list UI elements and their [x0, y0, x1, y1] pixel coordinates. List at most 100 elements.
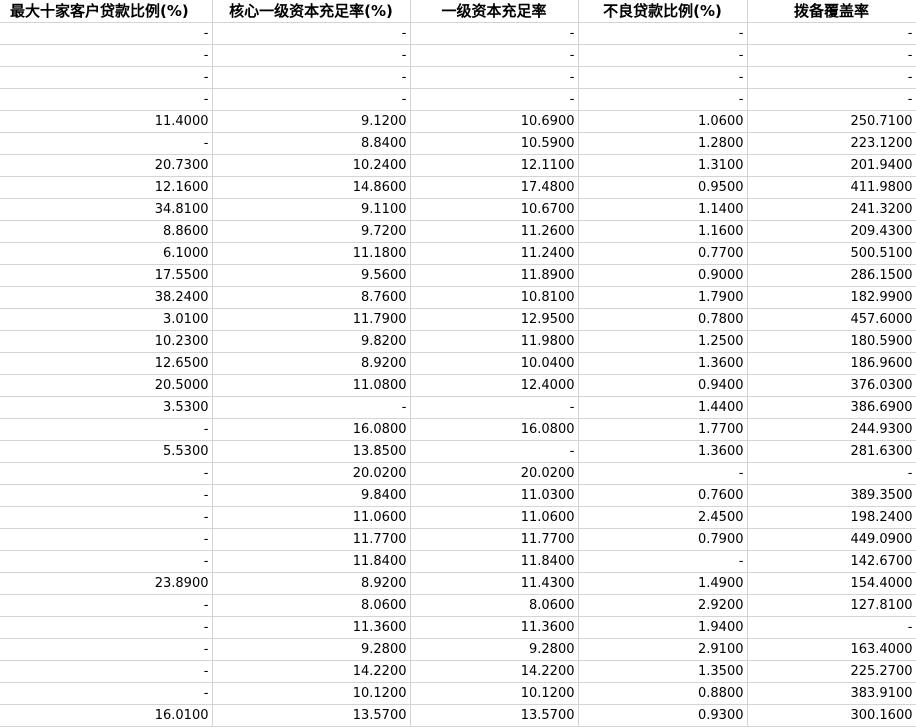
- cell-provision[interactable]: 500.5100: [747, 242, 916, 265]
- cell-tier1[interactable]: 8.0600: [410, 594, 579, 617]
- cell-provision[interactable]: 286.1500: [747, 264, 916, 287]
- cell-npl[interactable]: 0.7600: [578, 484, 748, 507]
- cell-core-tier1[interactable]: 20.0200: [212, 462, 411, 485]
- cell-top10-ratio[interactable]: -: [0, 44, 213, 67]
- cell-npl[interactable]: 1.9400: [578, 616, 748, 639]
- cell-core-tier1[interactable]: -: [212, 22, 411, 45]
- cell-top10-ratio[interactable]: 16.0100: [0, 704, 213, 727]
- header-provision-coverage[interactable]: 拨备覆盖率: [747, 0, 916, 23]
- cell-tier1[interactable]: -: [410, 66, 579, 89]
- cell-npl[interactable]: 1.2800: [578, 132, 748, 155]
- cell-top10-ratio[interactable]: 34.8100: [0, 198, 213, 221]
- cell-top10-ratio[interactable]: 8.8600: [0, 220, 213, 243]
- cell-core-tier1[interactable]: 13.8500: [212, 440, 411, 463]
- cell-core-tier1[interactable]: 11.3600: [212, 616, 411, 639]
- cell-tier1[interactable]: 11.0300: [410, 484, 579, 507]
- cell-core-tier1[interactable]: 16.0800: [212, 418, 411, 441]
- cell-core-tier1[interactable]: -: [212, 44, 411, 67]
- cell-npl[interactable]: 1.1600: [578, 220, 748, 243]
- cell-provision[interactable]: -: [747, 66, 916, 89]
- cell-top10-ratio[interactable]: -: [0, 638, 213, 661]
- cell-npl[interactable]: 0.9300: [578, 704, 748, 727]
- cell-tier1[interactable]: 13.5700: [410, 704, 579, 727]
- cell-tier1[interactable]: 17.4800: [410, 176, 579, 199]
- cell-core-tier1[interactable]: -: [212, 66, 411, 89]
- cell-tier1[interactable]: 11.8900: [410, 264, 579, 287]
- cell-tier1[interactable]: 11.2600: [410, 220, 579, 243]
- cell-provision[interactable]: 198.2400: [747, 506, 916, 529]
- cell-core-tier1[interactable]: 11.7700: [212, 528, 411, 551]
- cell-core-tier1[interactable]: 10.1200: [212, 682, 411, 705]
- cell-provision[interactable]: -: [747, 22, 916, 45]
- cell-tier1[interactable]: 11.7700: [410, 528, 579, 551]
- cell-provision[interactable]: -: [747, 88, 916, 111]
- cell-top10-ratio[interactable]: 3.5300: [0, 396, 213, 419]
- cell-tier1[interactable]: -: [410, 88, 579, 111]
- cell-top10-ratio[interactable]: -: [0, 462, 213, 485]
- cell-top10-ratio[interactable]: -: [0, 88, 213, 111]
- cell-top10-ratio[interactable]: -: [0, 528, 213, 551]
- cell-tier1[interactable]: 11.4300: [410, 572, 579, 595]
- cell-core-tier1[interactable]: 14.2200: [212, 660, 411, 683]
- cell-provision[interactable]: 127.8100: [747, 594, 916, 617]
- cell-provision[interactable]: 154.4000: [747, 572, 916, 595]
- cell-tier1[interactable]: 10.5900: [410, 132, 579, 155]
- cell-top10-ratio[interactable]: -: [0, 22, 213, 45]
- cell-top10-ratio[interactable]: 6.1000: [0, 242, 213, 265]
- cell-provision[interactable]: 386.6900: [747, 396, 916, 419]
- cell-tier1[interactable]: 20.0200: [410, 462, 579, 485]
- cell-top10-ratio[interactable]: 11.4000: [0, 110, 213, 133]
- cell-provision[interactable]: 281.6300: [747, 440, 916, 463]
- cell-npl[interactable]: -: [578, 44, 748, 67]
- cell-provision[interactable]: 180.5900: [747, 330, 916, 353]
- header-core-tier1-capital-ratio[interactable]: 核心一级资本充足率(%): [212, 0, 411, 23]
- cell-core-tier1[interactable]: 11.0600: [212, 506, 411, 529]
- cell-tier1[interactable]: 12.4000: [410, 374, 579, 397]
- cell-provision[interactable]: 244.9300: [747, 418, 916, 441]
- header-tier1-capital-ratio[interactable]: 一级资本充足率: [410, 0, 579, 23]
- cell-core-tier1[interactable]: 8.7600: [212, 286, 411, 309]
- cell-core-tier1[interactable]: 14.8600: [212, 176, 411, 199]
- cell-provision[interactable]: -: [747, 462, 916, 485]
- cell-provision[interactable]: 250.7100: [747, 110, 916, 133]
- cell-core-tier1[interactable]: 9.5600: [212, 264, 411, 287]
- cell-core-tier1[interactable]: 8.0600: [212, 594, 411, 617]
- cell-provision[interactable]: 449.0900: [747, 528, 916, 551]
- cell-npl[interactable]: 1.3600: [578, 440, 748, 463]
- cell-core-tier1[interactable]: 11.0800: [212, 374, 411, 397]
- cell-tier1[interactable]: 10.6900: [410, 110, 579, 133]
- cell-provision[interactable]: 376.0300: [747, 374, 916, 397]
- cell-core-tier1[interactable]: 8.9200: [212, 352, 411, 375]
- cell-tier1[interactable]: 16.0800: [410, 418, 579, 441]
- cell-top10-ratio[interactable]: 17.5500: [0, 264, 213, 287]
- cell-tier1[interactable]: 14.2200: [410, 660, 579, 683]
- cell-npl[interactable]: 1.1400: [578, 198, 748, 221]
- cell-top10-ratio[interactable]: 38.2400: [0, 286, 213, 309]
- cell-tier1[interactable]: 12.9500: [410, 308, 579, 331]
- cell-tier1[interactable]: 11.0600: [410, 506, 579, 529]
- cell-tier1[interactable]: 12.1100: [410, 154, 579, 177]
- cell-provision[interactable]: 300.1600: [747, 704, 916, 727]
- cell-provision[interactable]: 457.6000: [747, 308, 916, 331]
- cell-core-tier1[interactable]: 9.2800: [212, 638, 411, 661]
- cell-npl[interactable]: -: [578, 550, 748, 573]
- cell-provision[interactable]: 389.3500: [747, 484, 916, 507]
- cell-npl[interactable]: 0.7900: [578, 528, 748, 551]
- cell-npl[interactable]: 1.7700: [578, 418, 748, 441]
- cell-core-tier1[interactable]: 9.1100: [212, 198, 411, 221]
- cell-core-tier1[interactable]: -: [212, 396, 411, 419]
- cell-npl[interactable]: 0.9000: [578, 264, 748, 287]
- cell-tier1[interactable]: 10.1200: [410, 682, 579, 705]
- cell-top10-ratio[interactable]: 20.5000: [0, 374, 213, 397]
- cell-npl[interactable]: 0.8800: [578, 682, 748, 705]
- cell-top10-ratio[interactable]: 23.8900: [0, 572, 213, 595]
- cell-top10-ratio[interactable]: 12.6500: [0, 352, 213, 375]
- cell-tier1[interactable]: 11.9800: [410, 330, 579, 353]
- cell-top10-ratio[interactable]: -: [0, 616, 213, 639]
- cell-npl[interactable]: 2.9100: [578, 638, 748, 661]
- cell-npl[interactable]: 2.4500: [578, 506, 748, 529]
- cell-core-tier1[interactable]: -: [212, 88, 411, 111]
- cell-core-tier1[interactable]: 9.8200: [212, 330, 411, 353]
- cell-provision[interactable]: 411.9800: [747, 176, 916, 199]
- cell-provision[interactable]: 241.3200: [747, 198, 916, 221]
